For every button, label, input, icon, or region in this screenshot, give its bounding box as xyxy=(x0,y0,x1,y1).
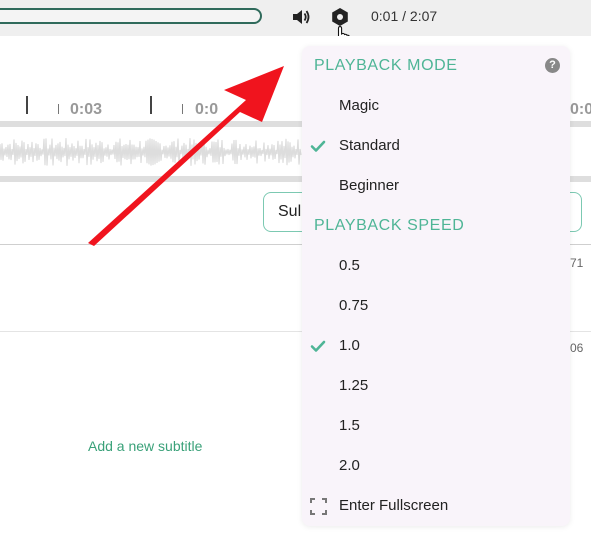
subtitle-time-value: 06 xyxy=(570,341,584,355)
checkmark-icon xyxy=(310,140,326,152)
menu-item-label: Beginner xyxy=(339,177,400,194)
menu-item-label: Standard xyxy=(339,137,400,154)
timeline-label: 0:0 xyxy=(570,101,591,118)
speed-option-2-0[interactable]: 2.0 xyxy=(302,448,570,484)
volume-button[interactable] xyxy=(290,6,312,28)
speed-option-1-5[interactable]: 1.5 xyxy=(302,408,570,444)
speaker-icon xyxy=(293,10,310,24)
subtitle-time-value: 71 xyxy=(570,256,584,270)
mode-option-beginner[interactable]: Beginner xyxy=(302,168,570,204)
fullscreen-icon xyxy=(310,498,327,515)
playback-speed-header: PLAYBACK SPEED xyxy=(314,217,465,234)
speed-option-0-5[interactable]: 0.5 xyxy=(302,248,570,284)
menu-item-label: Magic xyxy=(339,97,380,114)
menu-item-label: 1.25 xyxy=(339,377,369,394)
checkmark-icon xyxy=(310,340,326,352)
timeline-label: 0:0 xyxy=(195,101,219,118)
menu-item-label: 0.5 xyxy=(339,257,360,274)
fullscreen-option[interactable]: Enter Fullscreen xyxy=(302,488,570,524)
timeline-label: 0:03 xyxy=(70,101,103,118)
help-icon[interactable]: ? xyxy=(545,58,560,73)
speed-option-1-25[interactable]: 1.25 xyxy=(302,368,570,404)
menu-item-label: 2.0 xyxy=(339,457,360,474)
progress-bar[interactable] xyxy=(0,8,262,24)
menu-item-label: 0.75 xyxy=(339,297,369,314)
settings-menu: PLAYBACK MODE ? Magic Standard Beginner … xyxy=(302,46,570,526)
menu-item-label: Enter Fullscreen xyxy=(339,497,449,514)
add-subtitle-link[interactable]: Add a new subtitle xyxy=(88,438,202,454)
speed-option-1-0[interactable]: 1.0 xyxy=(302,328,570,364)
mode-option-magic[interactable]: Magic xyxy=(302,88,570,124)
speed-option-0-75[interactable]: 0.75 xyxy=(302,288,570,324)
time-readout: 0:01 / 2:07 xyxy=(371,8,438,24)
menu-item-label: 1.0 xyxy=(339,337,360,354)
player-controls: 0:01 / 2:07 xyxy=(0,0,591,36)
mode-option-standard[interactable]: Standard xyxy=(302,128,570,164)
menu-item-label: 1.5 xyxy=(339,417,360,434)
playback-mode-header: PLAYBACK MODE xyxy=(314,57,458,74)
